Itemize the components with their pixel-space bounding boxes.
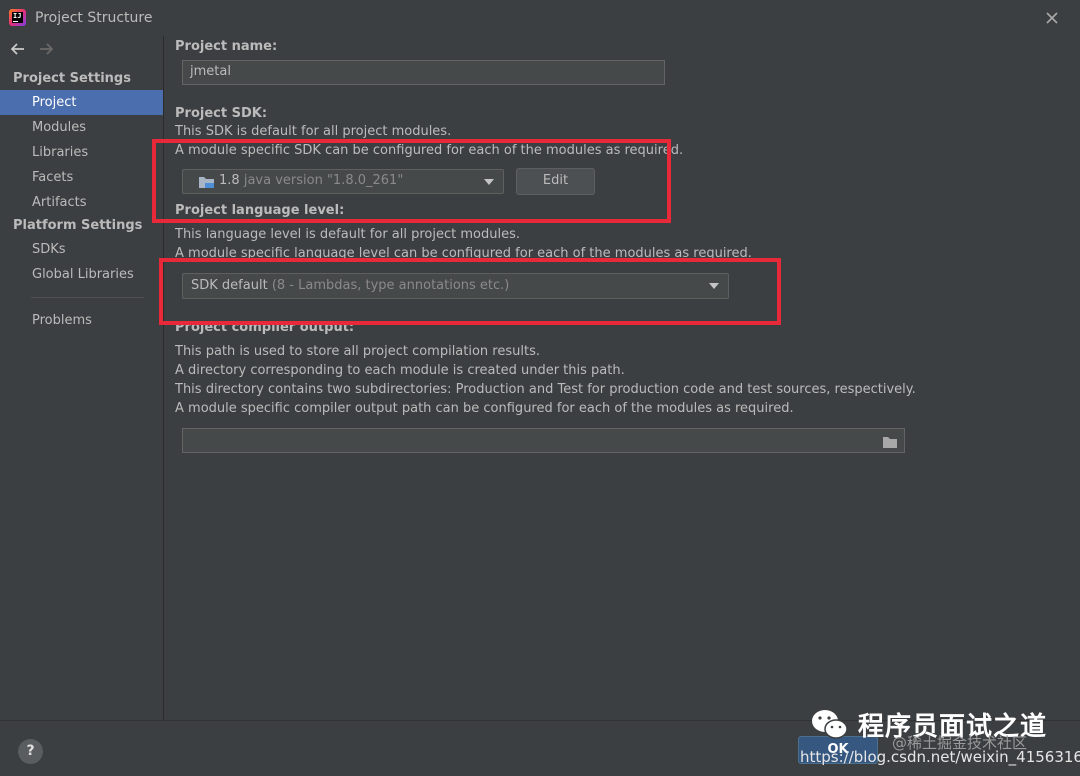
compiler-output-label: Project compiler output: [175,320,355,335]
window-title: Project Structure [35,10,153,26]
intellij-logo-icon: IJ [9,9,26,26]
compiler-output-desc-1: This path is used to store all project c… [175,344,540,359]
sidebar-item-libraries[interactable]: Libraries [0,140,163,165]
close-icon[interactable] [1042,8,1062,28]
wechat-icon [810,708,850,742]
folder-icon [198,175,215,193]
project-sdk-desc-1: This SDK is default for all project modu… [175,124,452,139]
language-level-dropdown[interactable]: SDK default (8 - Lambdas, type annotatio… [182,273,729,299]
project-sdk-dropdown[interactable]: 1.8 java version "1.8.0_261" [182,169,504,194]
language-level-detail: (8 - Lambdas, type annotations etc.) [271,278,510,293]
compiler-output-desc-4: A module specific compiler output path c… [175,401,794,416]
title-bar: IJ Project Structure [0,0,1080,36]
project-sdk-desc-2: A module specific SDK can be configured … [175,143,684,158]
language-level-label: Project language level: [175,203,345,218]
watermark-url: https://blog.csdn.net/weixin_41563161 [800,748,1080,766]
chevron-down-icon [709,283,719,289]
sdk-version: 1.8 [219,173,240,188]
chevron-down-icon [484,179,494,185]
back-arrow-icon[interactable] [9,40,27,58]
sidebar-item-sdks[interactable]: SDKs [0,237,163,262]
compiler-output-path-field[interactable] [182,428,905,453]
language-level-main: SDK default [191,278,268,293]
sidebar-item-project[interactable]: Project [0,90,163,115]
project-settings-heading: Project Settings [13,71,131,86]
sidebar-item-artifacts[interactable]: Artifacts [0,190,163,215]
content-panel: Project name: jmetal Project SDK: This S… [164,36,1080,720]
sidebar-item-modules[interactable]: Modules [0,115,163,140]
project-name-label: Project name: [175,39,278,54]
forward-arrow-icon[interactable] [37,40,55,58]
sdk-version-detail: java version "1.8.0_261" [243,173,404,188]
compiler-output-desc-2: A directory corresponding to each module… [175,363,625,378]
sidebar-item-global-libraries[interactable]: Global Libraries [0,262,163,287]
project-name-field[interactable]: jmetal [182,60,665,85]
sidebar-item-facets[interactable]: Facets [0,165,163,190]
browse-folder-icon[interactable] [882,434,898,453]
sidebar-item-problems[interactable]: Problems [0,308,163,333]
language-level-desc-2: A module specific language level can be … [175,246,752,261]
sidebar: Project Settings Project Modules Librari… [0,36,164,720]
compiler-output-desc-3: This directory contains two subdirectori… [175,382,916,397]
help-button[interactable]: ? [18,739,43,764]
language-level-desc-1: This language level is default for all p… [175,227,520,242]
sidebar-divider [31,297,144,298]
platform-settings-heading: Platform Settings [13,218,143,233]
project-sdk-label: Project SDK: [175,106,268,121]
edit-sdk-button[interactable]: Edit [516,168,595,195]
